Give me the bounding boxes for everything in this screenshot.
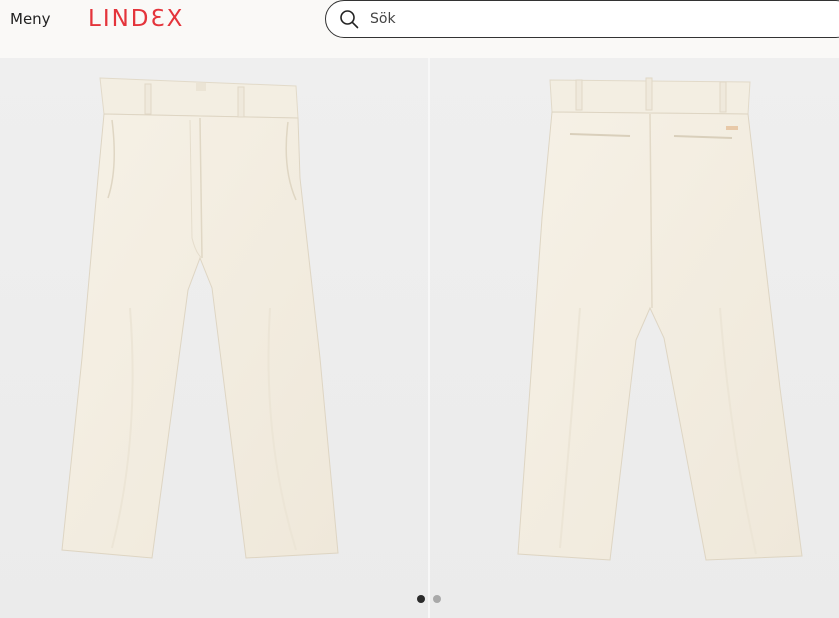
product-image-gallery[interactable] [0, 58, 839, 618]
search-icon [339, 9, 359, 29]
gallery-dot-2[interactable] [433, 595, 441, 603]
lindex-logo[interactable]: LINDƐX [88, 5, 184, 33]
pants-back-image[interactable] [430, 58, 839, 618]
site-header: Meny LINDƐX [0, 0, 839, 58]
search-input[interactable] [370, 9, 810, 29]
pants-front-image[interactable] [0, 58, 428, 618]
gallery-pagination [416, 595, 446, 605]
search-bar[interactable] [325, 0, 839, 38]
gallery-dot-1[interactable] [417, 595, 425, 603]
menu-button[interactable]: Meny [10, 9, 51, 29]
